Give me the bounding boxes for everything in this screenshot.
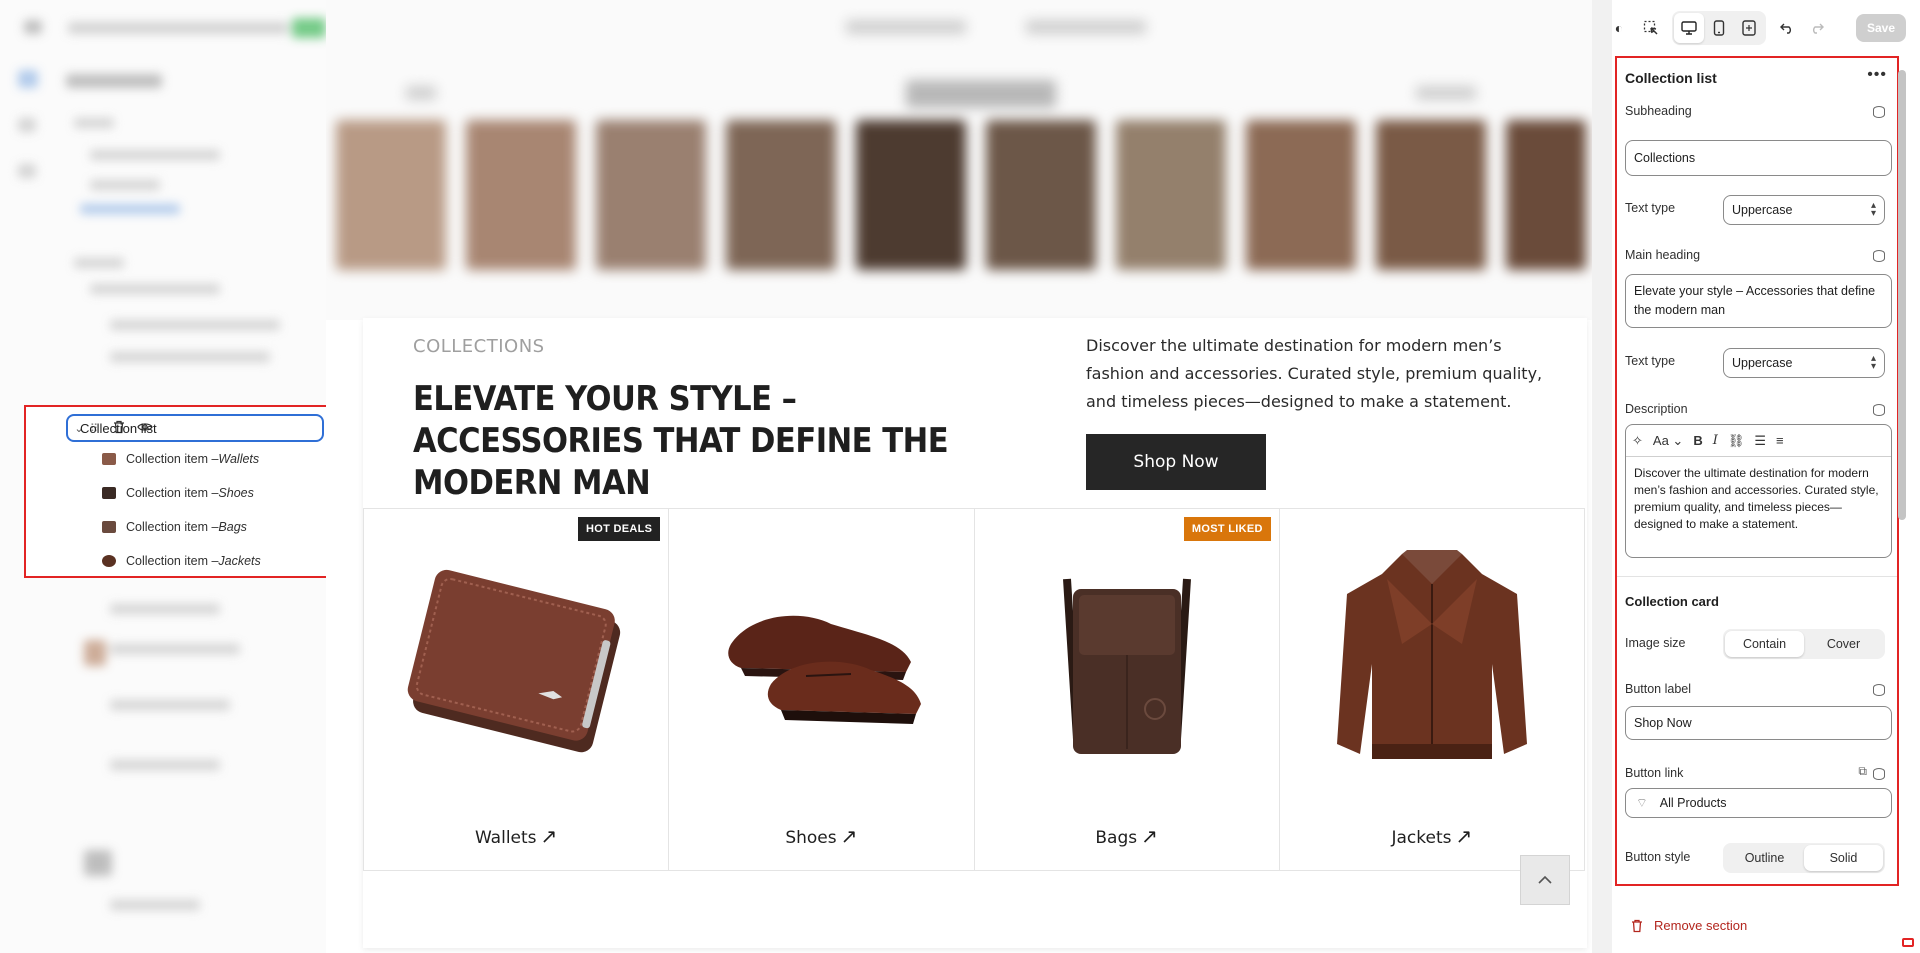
collection-title-text: Wallets xyxy=(474,828,537,848)
shop-now-button[interactable]: Shop Now xyxy=(1086,434,1266,490)
collection-title-text: Shoes xyxy=(785,828,837,848)
external-link-icon[interactable]: ⧉ xyxy=(1858,764,1867,779)
blurred-header-area xyxy=(326,0,1592,320)
collection-card-heading: Collection card xyxy=(1625,594,1719,609)
collection-title-wallets[interactable]: Wallets ↗ xyxy=(364,824,668,848)
preview-canvas: COLLECTIONS ELEVATE YOUR STYLE – ACCESSO… xyxy=(326,0,1592,953)
jacket-image xyxy=(1280,539,1584,779)
collection-title-jackets[interactable]: Jackets ↗ xyxy=(1280,824,1584,848)
badge-most-liked: MOST LIKED xyxy=(1183,517,1271,541)
more-options-icon[interactable]: ••• xyxy=(1867,66,1887,84)
divider xyxy=(1617,576,1897,577)
badge-hot-deals: HOT DEALS xyxy=(577,517,661,541)
section-description: Discover the ultimate destination for mo… xyxy=(1086,336,1543,411)
collection-card-wallets[interactable]: HOT DEALS Wallets ↗ xyxy=(363,509,670,870)
dynamic-source-icon[interactable] xyxy=(1873,106,1885,118)
collection-title-text: Jackets xyxy=(1391,828,1452,848)
settings-panel: ◐ Save Collection list ••• Subheading Co… xyxy=(1612,0,1920,953)
text-type-label-2: Text type xyxy=(1625,354,1676,368)
dynamic-source-icon[interactable] xyxy=(1873,768,1885,780)
redo-icon[interactable] xyxy=(1802,13,1832,43)
bullet-list-icon[interactable]: ☰ xyxy=(1754,433,1766,449)
button-link-label: Button link xyxy=(1625,766,1684,780)
selection-highlight xyxy=(24,405,340,578)
settings-scrollbar[interactable] xyxy=(1898,70,1906,520)
subheading-label: Subheading xyxy=(1625,104,1692,118)
text-type-value: Uppercase xyxy=(1732,356,1793,370)
button-style-label: Button style xyxy=(1625,850,1691,864)
button-style-outline[interactable]: Outline xyxy=(1725,845,1804,871)
arrow-up-right-icon: ↗ xyxy=(1455,824,1473,848)
chevron-up-down-icon: ▴ ▾ xyxy=(1870,200,1876,219)
text-type-value: Uppercase xyxy=(1732,203,1793,217)
text-type-select-2[interactable]: Uppercase ▴ ▾ xyxy=(1723,348,1885,378)
scroll-to-top-button[interactable] xyxy=(1520,855,1570,905)
description-text[interactable]: Discover the ultimate destination for mo… xyxy=(1626,457,1891,541)
font-size-icon[interactable]: Aa ⌄ xyxy=(1653,433,1683,449)
button-label-label: Button label xyxy=(1625,682,1692,696)
link-icon[interactable]: ⛓ xyxy=(1728,433,1745,449)
bold-icon[interactable]: B xyxy=(1693,433,1702,448)
main-heading-label: Main heading xyxy=(1625,248,1701,262)
fullscreen-icon[interactable] xyxy=(1734,13,1764,43)
text-type-select[interactable]: Uppercase ▴ ▾ xyxy=(1723,195,1885,225)
collection-title-shoes[interactable]: Shoes ↗ xyxy=(669,824,973,848)
remove-section-label: Remove section xyxy=(1654,918,1748,933)
collection-list-section[interactable]: COLLECTIONS ELEVATE YOUR STYLE – ACCESSO… xyxy=(363,318,1587,948)
settings-title: Collection list xyxy=(1625,70,1717,86)
inspector-toggle-icon[interactable] xyxy=(1902,938,1914,947)
collection-card-bags[interactable]: MOST LIKED Bags ↗ xyxy=(975,509,1280,870)
arrow-up-right-icon: ↗ xyxy=(540,824,558,848)
tag-icon: ⌔ xyxy=(1636,796,1648,810)
button-style-toggle: Outline Solid xyxy=(1723,843,1885,873)
mobile-icon[interactable] xyxy=(1704,13,1734,43)
viewport-switcher xyxy=(1672,11,1766,45)
button-style-solid[interactable]: Solid xyxy=(1804,845,1883,871)
description-label: Description xyxy=(1625,402,1688,416)
main-heading-input[interactable]: Elevate your style – Accessories that de… xyxy=(1625,274,1892,328)
arrow-up-right-icon: ↗ xyxy=(1141,824,1158,848)
link-icon[interactable]: ◐ xyxy=(1612,13,1626,43)
dynamic-source-icon[interactable] xyxy=(1873,404,1885,416)
chevron-up-down-icon: ▴ ▾ xyxy=(1870,353,1876,372)
wallet-image xyxy=(364,539,668,779)
undo-icon[interactable] xyxy=(1772,13,1802,43)
description-editor[interactable]: ✧ Aa ⌄ B I ⛓ ☰ ≡ Discover the ultimate d… xyxy=(1625,424,1892,558)
subheading-input[interactable]: Collections xyxy=(1625,140,1892,176)
chevron-up-icon xyxy=(1538,875,1552,884)
desktop-icon[interactable] xyxy=(1674,13,1704,43)
button-link-value: All Products xyxy=(1659,796,1727,810)
numbered-list-icon[interactable]: ≡ xyxy=(1776,433,1784,448)
rich-text-toolbar: ✧ Aa ⌄ B I ⛓ ☰ ≡ xyxy=(1626,425,1891,457)
magic-icon[interactable]: ✧ xyxy=(1632,433,1643,449)
button-label-input[interactable]: Shop Now xyxy=(1625,706,1892,740)
image-size-label: Image size xyxy=(1625,636,1686,650)
editor-toolbar: ◐ Save xyxy=(1612,0,1920,56)
save-button[interactable]: Save xyxy=(1856,14,1906,42)
trash-icon xyxy=(1632,919,1642,932)
arrow-up-right-icon: ↗ xyxy=(840,824,858,848)
collection-grid: HOT DEALS Wallets ↗ Shoes ↗ MOST LIKED B… xyxy=(363,508,1585,871)
collection-title-text: Bags xyxy=(1095,828,1138,848)
dynamic-source-icon[interactable] xyxy=(1873,250,1885,262)
bag-image xyxy=(975,539,1279,779)
shoes-image xyxy=(669,539,973,779)
italic-icon[interactable]: I xyxy=(1713,433,1718,448)
section-subheading: COLLECTIONS xyxy=(413,336,545,357)
section-heading: ELEVATE YOUR STYLE – ACCESSORIES THAT DE… xyxy=(413,379,949,503)
collection-card-jackets[interactable]: Jackets ↗ xyxy=(1280,509,1585,870)
text-type-label: Text type xyxy=(1625,201,1676,215)
dynamic-source-icon[interactable] xyxy=(1873,684,1885,696)
image-size-cover[interactable]: Cover xyxy=(1804,631,1883,657)
remove-section-button[interactable]: Remove section xyxy=(1630,918,1747,933)
button-link-input[interactable]: ⌔ All Products xyxy=(1625,788,1892,818)
image-size-toggle: Contain Cover xyxy=(1723,629,1885,659)
image-size-contain[interactable]: Contain xyxy=(1725,631,1804,657)
collection-card-shoes[interactable]: Shoes ↗ xyxy=(669,509,975,870)
inspector-icon[interactable] xyxy=(1636,13,1666,43)
section-settings: Collection list ••• Subheading Collectio… xyxy=(1615,56,1899,886)
collection-title-bags[interactable]: Bags ↗ xyxy=(975,824,1279,848)
